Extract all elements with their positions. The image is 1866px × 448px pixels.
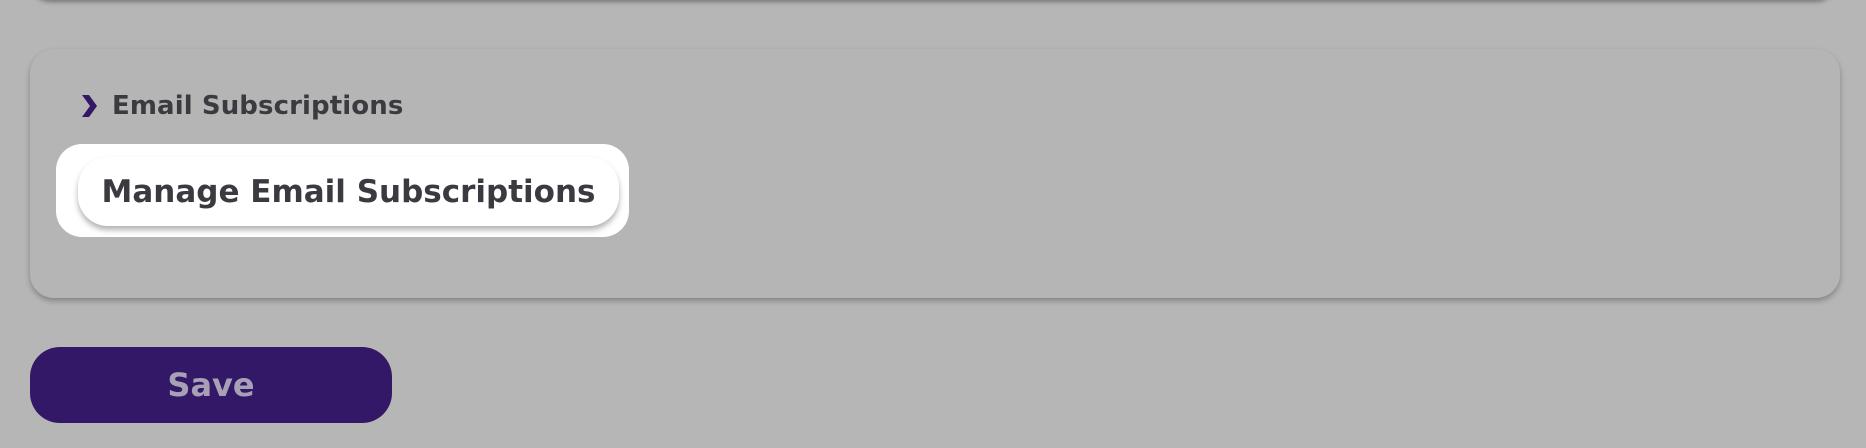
save-button[interactable]: Save: [30, 347, 392, 423]
chevron-right-icon: [80, 93, 98, 119]
manage-email-subscriptions-button[interactable]: Manage Email Subscriptions: [78, 157, 619, 226]
email-subscriptions-card: Email Subscriptions Manage Email Subscri…: [30, 49, 1840, 298]
section-header[interactable]: Email Subscriptions: [80, 91, 403, 121]
section-title: Email Subscriptions: [112, 91, 404, 121]
focus-highlight: Manage Email Subscriptions: [56, 144, 629, 237]
